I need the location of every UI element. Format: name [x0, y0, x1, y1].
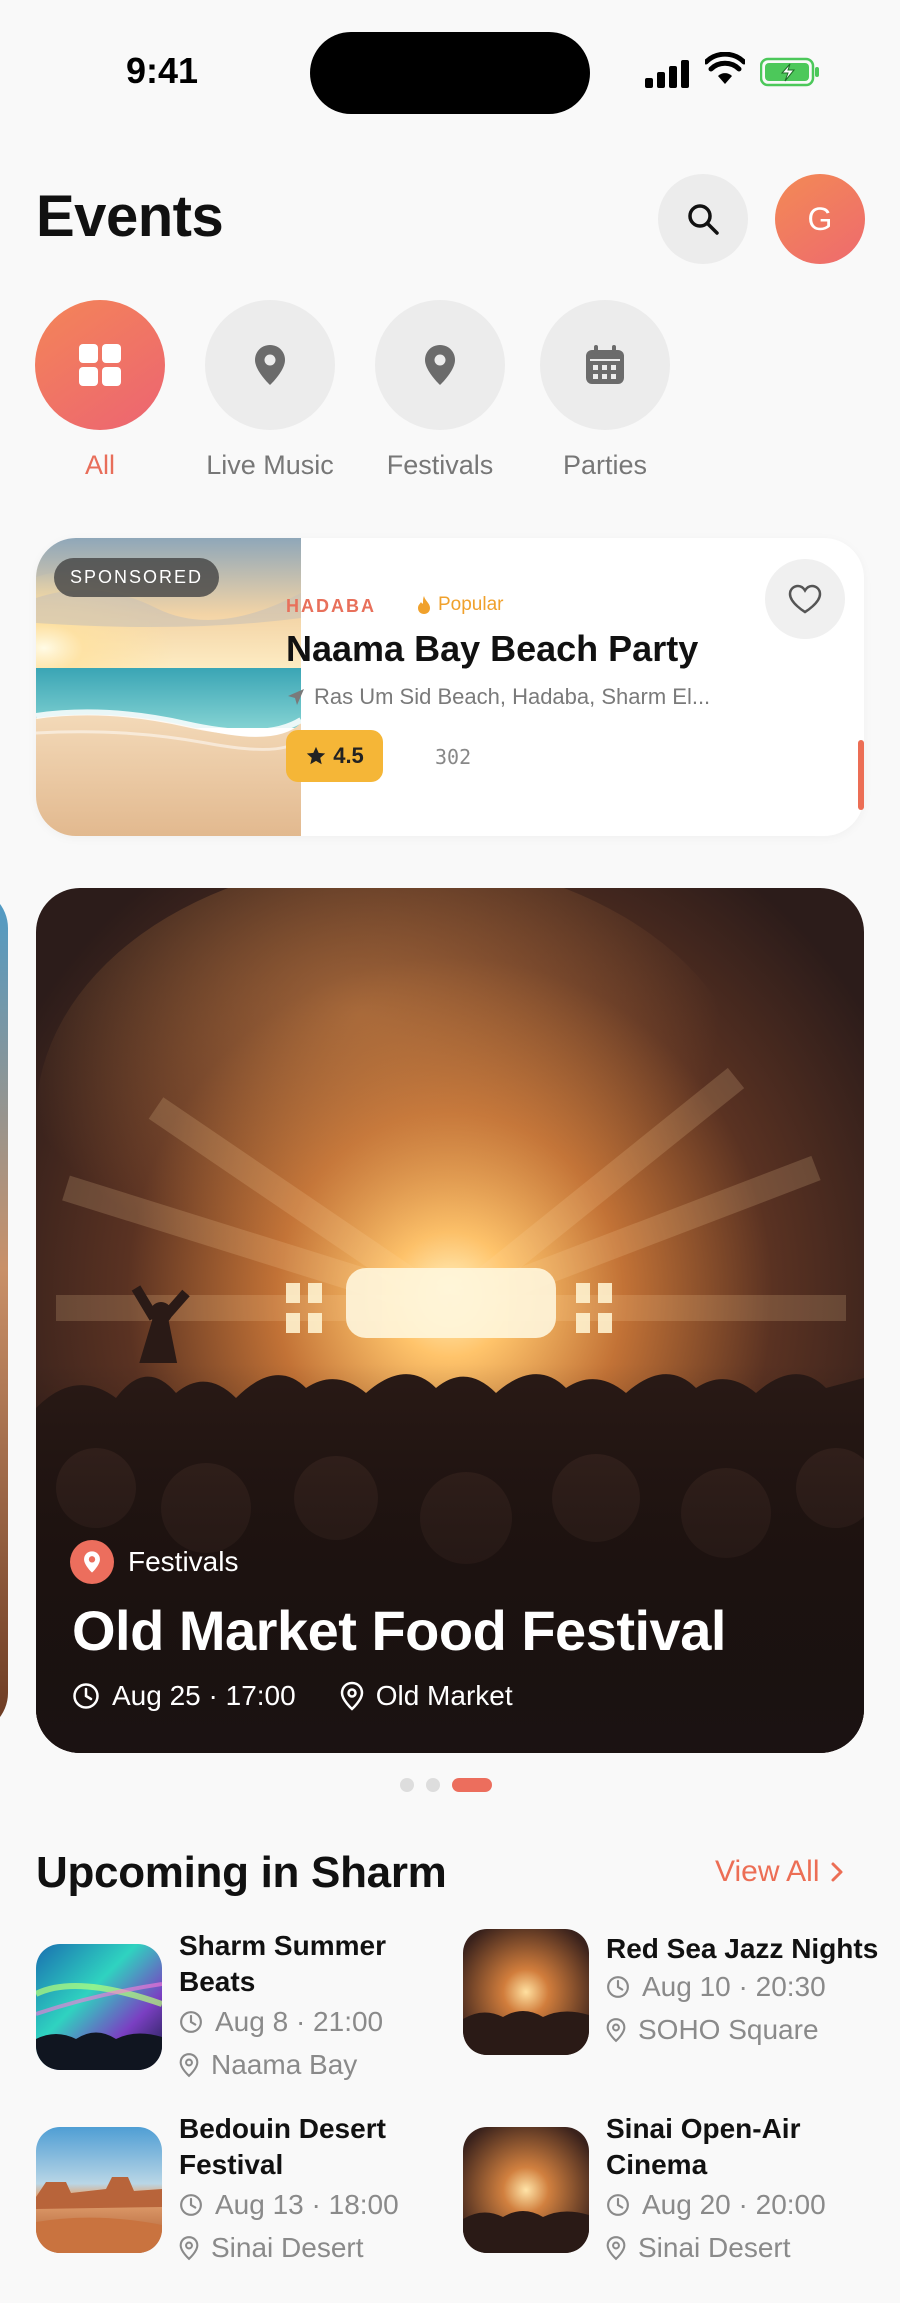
map-pin-icon: [425, 345, 455, 385]
rating-value: 4.5: [333, 743, 364, 768]
category-parties-circle: [540, 300, 670, 430]
event-datetime: Aug 8 · 21:00: [215, 2006, 384, 2037]
upcoming-event-item[interactable]: Sinai Open-Air Cinema Aug 20 · 20:00 Sin…: [463, 2111, 883, 2281]
event-location-row: Naama Bay: [179, 2049, 357, 2081]
category-label: Live Music: [206, 450, 334, 480]
review-count: 302: [435, 745, 472, 769]
carousel-dot[interactable]: [426, 1778, 440, 1792]
carousel-dot[interactable]: [400, 1778, 414, 1792]
upcoming-event-item[interactable]: Bedouin Desert Festival Aug 13 · 18:00 S…: [36, 2111, 456, 2281]
category-label: Parties: [562, 450, 648, 480]
clock-icon: [607, 1976, 629, 1998]
category-live-music[interactable]: Live Music: [190, 300, 350, 481]
card-accent-bar: [858, 740, 864, 810]
carousel-dot-active[interactable]: [452, 1778, 492, 1792]
clock-icon: [607, 2194, 629, 2216]
wifi-icon: [705, 52, 745, 84]
avatar-initial: G: [807, 200, 833, 237]
sponsor-brand: HADABA: [286, 596, 376, 616]
map-pin-outline-icon: [340, 1681, 363, 1711]
featured-title: Old Market Food Festival: [72, 1599, 726, 1662]
heart-icon: [788, 584, 822, 614]
status-bar: 9:41: [0, 0, 900, 140]
category-all-circle: [35, 300, 165, 430]
category-label: All: [84, 450, 115, 480]
section-title: Upcoming in Sharm: [36, 1848, 447, 1897]
event-title: Sinai Open-Air Cinema: [606, 2113, 801, 2180]
location-text: Ras Um Sid Beach, Hadaba, Sharm El...: [314, 684, 711, 709]
previous-featured-card[interactable]: [0, 888, 8, 1733]
avatar[interactable]: G: [775, 174, 865, 264]
category-label: Festivals: [386, 450, 494, 480]
event-location-row: SOHO Square: [606, 2014, 819, 2046]
event-title: Sharm Summer Beats: [179, 1930, 386, 1997]
event-datetime: Aug 13 · 18:00: [215, 2189, 399, 2220]
event-location: Sinai Desert: [211, 2232, 364, 2263]
event-datetime-row: Aug 20 · 20:00: [606, 2189, 826, 2221]
rating-badge: 4.5: [286, 730, 383, 782]
battery-icon: [760, 57, 819, 87]
event-thumbnail: [36, 2127, 162, 2253]
view-all-label: View All: [715, 1855, 820, 1888]
favorite-button[interactable]: [765, 559, 845, 639]
event-datetime: Aug 10 · 20:30: [642, 1971, 826, 2002]
calendar-icon: [586, 345, 624, 384]
featured-meta: Aug 25 · 17:00 Old Market: [72, 1680, 513, 1712]
event-thumbnail: [463, 1929, 589, 2055]
page-title: Events: [36, 184, 224, 249]
category-live-music-circle: [205, 300, 335, 430]
event-datetime-row: Aug 13 · 18:00: [179, 2189, 399, 2221]
category-festivals-circle: [375, 300, 505, 430]
event-title: Bedouin Desert Festival: [179, 2113, 386, 2180]
event-title: Red Sea Jazz Nights: [606, 1933, 879, 1964]
clock-icon: [180, 2011, 202, 2033]
sponsored-location: Ras Um Sid Beach, Hadaba, Sharm El...: [286, 684, 786, 710]
category-parties[interactable]: Parties: [525, 300, 685, 481]
search-button[interactable]: [658, 174, 748, 264]
search-icon: [688, 204, 719, 235]
featured-location: Old Market: [375, 1680, 513, 1711]
event-thumbnail: [463, 2127, 589, 2253]
clock-icon: [180, 2194, 202, 2216]
navigation-arrow-icon: [288, 689, 304, 705]
featured-category-label: Festivals: [128, 1546, 239, 1577]
dynamic-island: [310, 32, 590, 114]
event-location-row: Sinai Desert: [606, 2232, 791, 2264]
sponsored-title: Naama Bay Beach Party: [286, 628, 699, 669]
map-pin-outline-icon: [606, 2018, 626, 2043]
map-pin-outline-icon: [179, 2236, 199, 2261]
beach-image: SPONSORED: [36, 538, 301, 836]
upcoming-event-item[interactable]: Sharm Summer Beats Aug 8 · 21:00 Naama B…: [36, 1928, 456, 2098]
map-pin-icon: [70, 1540, 114, 1584]
event-datetime: Aug 20 · 20:00: [642, 2189, 826, 2220]
flame-icon: [418, 596, 430, 614]
event-datetime-row: Aug 10 · 20:30: [606, 1971, 826, 2003]
signal-icon: [645, 58, 691, 88]
event-location: Sinai Desert: [638, 2232, 791, 2263]
event-location-row: Sinai Desert: [179, 2232, 364, 2264]
popular-label: Popular: [438, 594, 504, 615]
event-datetime-row: Aug 8 · 21:00: [179, 2006, 383, 2038]
upcoming-event-item[interactable]: Red Sea Jazz Nights Aug 10 · 20:30 SOHO …: [463, 1929, 883, 2099]
carousel-indicator: [400, 1778, 492, 1792]
popular-tag: Popular: [416, 594, 504, 616]
featured-category: Festivals: [70, 1540, 238, 1584]
view-all-link[interactable]: View All: [715, 1855, 844, 1889]
event-thumbnail: [36, 1944, 162, 2070]
grid-icon: [79, 344, 121, 386]
map-pin-outline-icon: [179, 2053, 199, 2078]
category-all[interactable]: All: [20, 300, 180, 481]
event-location: SOHO Square: [638, 2014, 819, 2045]
map-pin-icon: [255, 345, 285, 385]
chevron-right-icon: [831, 1862, 843, 1882]
map-pin-outline-icon: [606, 2236, 626, 2261]
sponsored-badge: SPONSORED: [54, 558, 220, 597]
featured-datetime: Aug 25 · 17:00: [112, 1680, 296, 1711]
event-location: Naama Bay: [211, 2049, 358, 2080]
clock-icon: [73, 1683, 99, 1709]
star-icon: [307, 746, 326, 765]
category-festivals[interactable]: Festivals: [360, 300, 520, 481]
status-time: 9:41: [126, 50, 199, 91]
